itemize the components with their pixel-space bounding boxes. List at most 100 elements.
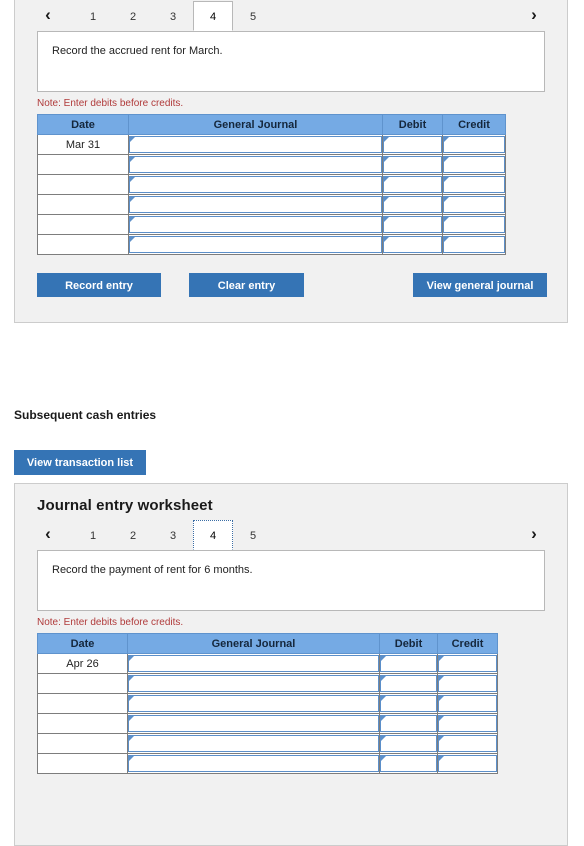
journal-account-input[interactable] <box>128 695 379 712</box>
credit-cell <box>442 154 506 175</box>
table-row: Mar 31 <box>37 134 506 155</box>
clear-entry-button[interactable]: Clear entry <box>189 273 304 297</box>
debit-cell <box>379 713 438 734</box>
journal-account-cell <box>127 713 380 734</box>
debit-input[interactable] <box>380 715 437 732</box>
credit-input[interactable] <box>443 156 505 173</box>
credit-input[interactable] <box>438 715 497 732</box>
general-journal-table-bottom: Date General Journal Debit Credit Apr 26 <box>37 633 498 774</box>
credit-input[interactable] <box>438 655 497 672</box>
dropdown-marker-icon <box>439 736 444 741</box>
credit-input[interactable] <box>438 675 497 692</box>
credit-input[interactable] <box>438 735 497 752</box>
tab-5[interactable]: 5 <box>233 520 273 550</box>
tab-4[interactable]: 4 <box>193 1 233 31</box>
table-row <box>37 713 498 734</box>
tab-1[interactable]: 1 <box>73 520 113 550</box>
column-header-credit: Credit <box>442 114 506 135</box>
journal-account-input[interactable] <box>128 735 379 752</box>
debit-cell <box>379 753 438 774</box>
column-header-general-journal: General Journal <box>128 114 383 135</box>
table-row <box>37 693 498 714</box>
debit-input[interactable] <box>380 675 437 692</box>
tab-3[interactable]: 3 <box>153 1 193 31</box>
debit-input[interactable] <box>380 735 437 752</box>
debit-input[interactable] <box>383 176 442 193</box>
journal-account-input[interactable] <box>129 176 382 193</box>
journal-account-input[interactable] <box>128 655 379 672</box>
credit-cell <box>442 194 506 215</box>
credit-input[interactable] <box>443 176 505 193</box>
journal-account-cell <box>127 653 380 674</box>
journal-account-input[interactable] <box>129 136 382 153</box>
column-header-general-journal: General Journal <box>127 633 380 654</box>
chevron-right-icon[interactable]: › <box>523 1 545 31</box>
chevron-right-icon[interactable]: › <box>523 520 545 550</box>
tab-3[interactable]: 3 <box>153 520 193 550</box>
debit-input[interactable] <box>383 136 442 153</box>
dropdown-marker-icon <box>381 736 386 741</box>
dropdown-marker-icon <box>444 237 449 242</box>
column-header-date: Date <box>37 633 128 654</box>
date-cell <box>37 693 128 714</box>
credit-input[interactable] <box>438 755 497 772</box>
view-transaction-list-button[interactable]: View transaction list <box>14 450 146 475</box>
journal-account-input[interactable] <box>128 675 379 692</box>
table-row: Apr 26 <box>37 653 498 674</box>
credit-input[interactable] <box>443 216 505 233</box>
credit-cell <box>437 653 498 674</box>
table-row <box>37 174 506 195</box>
date-cell <box>37 154 129 175</box>
subsequent-cash-entries-heading: Subsequent cash entries <box>14 408 157 422</box>
journal-account-input[interactable] <box>129 196 382 213</box>
debit-cell <box>379 673 438 694</box>
column-header-debit: Debit <box>382 114 443 135</box>
view-general-journal-button[interactable]: View general journal <box>413 273 547 297</box>
dropdown-marker-icon <box>130 217 135 222</box>
credit-input[interactable] <box>443 136 505 153</box>
debit-input[interactable] <box>383 216 442 233</box>
tab-2[interactable]: 2 <box>113 1 153 31</box>
chevron-left-icon[interactable]: ‹ <box>37 520 59 550</box>
dropdown-marker-icon <box>381 716 386 721</box>
debit-input[interactable] <box>383 196 442 213</box>
debit-input[interactable] <box>383 236 442 253</box>
dropdown-marker-icon <box>384 217 389 222</box>
tab-2[interactable]: 2 <box>113 520 153 550</box>
journal-account-input[interactable] <box>129 156 382 173</box>
dropdown-marker-icon <box>129 676 134 681</box>
dropdown-marker-icon <box>439 696 444 701</box>
credit-cell <box>442 134 506 155</box>
chevron-left-icon[interactable]: ‹ <box>37 1 59 31</box>
journal-account-cell <box>127 673 380 694</box>
journal-account-cell <box>128 194 383 215</box>
journal-entry-worksheet-panel-bottom: Journal entry worksheet ‹ 1 2 3 4 5 › Re… <box>14 483 568 846</box>
credit-cell <box>437 733 498 754</box>
dropdown-marker-icon <box>130 157 135 162</box>
dropdown-marker-icon <box>439 756 444 761</box>
credit-input[interactable] <box>443 236 505 253</box>
dropdown-marker-icon <box>129 756 134 761</box>
journal-account-input[interactable] <box>128 715 379 732</box>
tab-5[interactable]: 5 <box>233 1 273 31</box>
debit-cell <box>382 234 443 255</box>
record-entry-button[interactable]: Record entry <box>37 273 161 297</box>
debit-cell <box>379 653 438 674</box>
tab-4[interactable]: 4 <box>193 520 233 550</box>
debit-input[interactable] <box>383 156 442 173</box>
debit-cell <box>382 154 443 175</box>
tab-1[interactable]: 1 <box>73 1 113 31</box>
journal-account-input[interactable] <box>128 755 379 772</box>
credit-input[interactable] <box>438 695 497 712</box>
debit-input[interactable] <box>380 695 437 712</box>
journal-account-input[interactable] <box>129 216 382 233</box>
credit-cell <box>437 713 498 734</box>
debit-input[interactable] <box>380 755 437 772</box>
dropdown-marker-icon <box>444 217 449 222</box>
debit-input[interactable] <box>380 655 437 672</box>
worksheet-tabstrip-top: ‹ 1 2 3 4 5 › <box>37 1 545 32</box>
journal-account-input[interactable] <box>129 236 382 253</box>
credit-input[interactable] <box>443 196 505 213</box>
debits-before-credits-note-top: Note: Enter debits before credits. <box>37 98 184 109</box>
debit-cell <box>382 214 443 235</box>
